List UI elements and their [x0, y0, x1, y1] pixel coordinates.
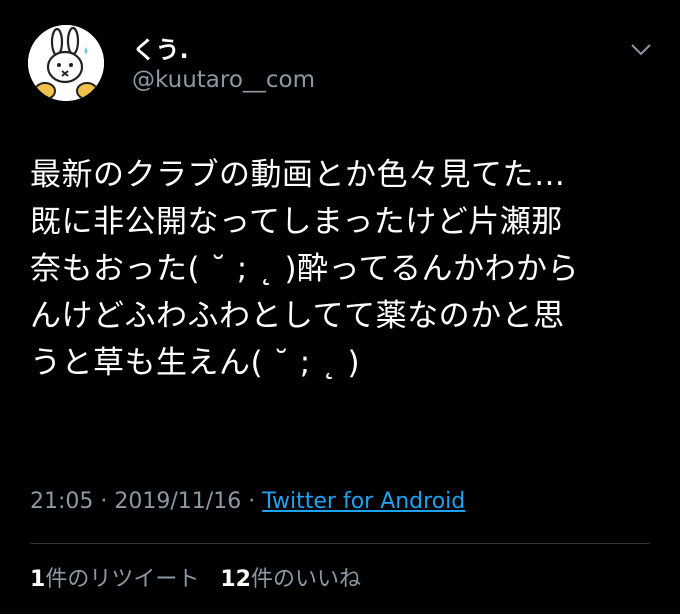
like-label: 件のいいね [250, 567, 361, 592]
tweet-text: 最新のクラブの動画とか色々見てた… 既に非公開なってしまったけど片瀬那 奈もおっ… [30, 152, 660, 387]
tweet-menu-button[interactable] [630, 42, 652, 58]
avatar[interactable] [28, 25, 104, 101]
tweet-meta: 21:05 · 2019/11/16 · Twitter for Android [30, 487, 465, 517]
rabbit-character-icon [28, 25, 104, 101]
meta-separator: · [100, 489, 108, 514]
retweet-label: 件のリツイート [45, 567, 200, 592]
divider [30, 543, 650, 544]
chevron-down-icon [631, 44, 651, 56]
tweet-time[interactable]: 21:05 [30, 489, 93, 514]
like-count: 12 [220, 567, 251, 592]
tweet-line: 奈もおった( ˘ ; ˛ )酔ってるんかわから [30, 251, 579, 287]
tweet-line: 既に非公開なってしまったけど片瀬那 [30, 204, 563, 240]
retweet-count: 1 [30, 567, 46, 592]
tweet-stats: 1件のリツイート 12件のいいね [30, 565, 361, 595]
tweet-date[interactable]: 2019/11/16 [114, 489, 241, 514]
tweet-line: うと草も生えん( ˘ ; ˛ ) [30, 345, 361, 381]
user-handle[interactable]: @kuutaro__com [132, 66, 315, 94]
tweet-line: 最新のクラブの動画とか色々見てた… [30, 157, 566, 193]
like-stat[interactable]: 12件のいいね [220, 565, 361, 595]
display-name[interactable]: くう. [132, 36, 189, 64]
retweet-stat[interactable]: 1件のリツイート [30, 565, 199, 595]
tweet-line: んけどふわふわとしてて薬なのかと思 [30, 298, 565, 334]
meta-separator: · [248, 489, 256, 514]
source-link[interactable]: Twitter for Android [262, 489, 465, 514]
